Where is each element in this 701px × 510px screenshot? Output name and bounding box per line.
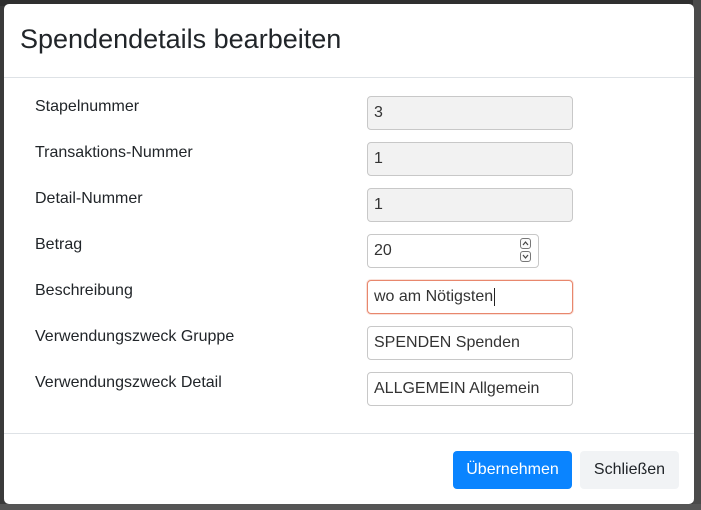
description-input[interactable]: wo am Nötigsten <box>367 280 573 314</box>
amount-input[interactable]: 20 <box>367 234 539 268</box>
batch-number-label: Stapelnummer <box>35 98 140 115</box>
transaction-number-label: Transaktions-Nummer <box>35 144 193 161</box>
amount-label: Betrag <box>35 236 83 253</box>
dialog-body: Stapelnummer 3 Transaktions-Nummer 1 Det… <box>4 78 694 434</box>
purpose-group-label: Verwendungszweck Gruppe <box>35 328 235 345</box>
transaction-number-input[interactable]: 1 <box>367 142 573 176</box>
chevron-up-icon[interactable] <box>520 238 531 249</box>
text-caret <box>494 287 496 306</box>
field-row-description: Beschreibung wo am Nötigsten <box>4 280 694 314</box>
amount-spinner <box>520 238 533 264</box>
batch-number-input[interactable]: 3 <box>367 96 573 130</box>
close-button[interactable]: Schließen <box>580 451 679 489</box>
edit-donation-dialog: Spendendetails bearbeiten Stapelnummer 3… <box>4 4 694 504</box>
dialog-title: Spendendetails bearbeiten <box>20 24 342 54</box>
background-app-bottom <box>0 504 701 510</box>
description-label: Beschreibung <box>35 282 133 299</box>
purpose-group-input[interactable]: SPENDEN Spenden <box>367 326 573 360</box>
description-value: wo am Nötigsten <box>374 288 494 305</box>
apply-button[interactable]: Übernehmen <box>453 451 572 489</box>
field-row-purpose-group: Verwendungszweck Gruppe SPENDEN Spenden <box>4 326 694 360</box>
background-app-right <box>693 0 701 510</box>
field-row-purpose-detail: Verwendungszweck Detail ALLGEMEIN Allgem… <box>4 372 694 406</box>
field-row-batch-number: Stapelnummer 3 <box>4 96 694 130</box>
chevron-down-icon[interactable] <box>520 251 531 262</box>
detail-number-label: Detail-Nummer <box>35 190 143 207</box>
dialog-footer: Übernehmen Schließen <box>4 434 694 504</box>
amount-value: 20 <box>374 242 392 259</box>
field-row-transaction-number: Transaktions-Nummer 1 <box>4 142 694 176</box>
purpose-detail-input[interactable]: ALLGEMEIN Allgemein <box>367 372 573 406</box>
purpose-detail-label: Verwendungszweck Detail <box>35 374 222 391</box>
detail-number-input[interactable]: 1 <box>367 188 573 222</box>
field-row-detail-number: Detail-Nummer 1 <box>4 188 694 222</box>
dialog-header: Spendendetails bearbeiten <box>4 4 694 78</box>
field-row-amount: Betrag 20 <box>4 234 694 268</box>
